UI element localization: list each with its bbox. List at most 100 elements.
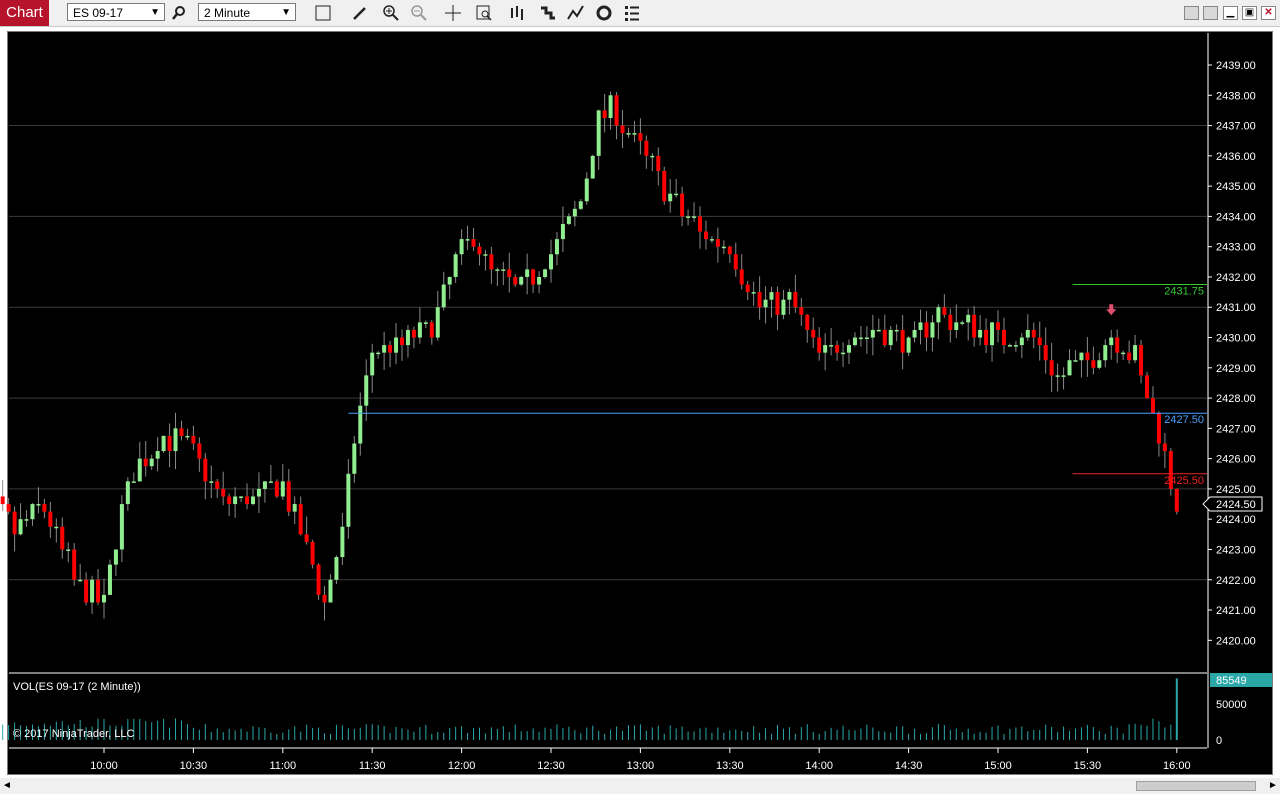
time-tick-label: 11:00	[269, 760, 296, 772]
candle-body	[960, 322, 965, 324]
candle-body	[727, 246, 732, 255]
candle-body	[930, 322, 935, 338]
candle-body	[60, 526, 65, 550]
candle-body	[334, 557, 339, 580]
candle-body	[191, 435, 196, 444]
candle-body	[143, 458, 148, 467]
candle-body	[256, 488, 261, 497]
candle-body	[370, 352, 375, 376]
candle-body	[215, 481, 220, 489]
price-tick-label: 2422.00	[1216, 575, 1256, 587]
candle-body	[477, 246, 482, 255]
candle-body	[1067, 360, 1072, 376]
candle-body	[942, 307, 947, 315]
price-tick-label: 2427.00	[1216, 423, 1256, 435]
candle-body	[745, 284, 750, 293]
candle-body	[376, 352, 381, 355]
price-tick-label: 2429.00	[1216, 363, 1256, 375]
candle-body	[30, 504, 35, 520]
price-tick-label: 2420.00	[1216, 635, 1256, 647]
price-tick-label: 2425.00	[1216, 484, 1256, 496]
candle-body	[1127, 352, 1132, 361]
candle-body	[966, 314, 971, 323]
candle-body	[1031, 329, 1036, 338]
candle-body	[858, 337, 863, 340]
candle-body	[54, 526, 59, 529]
candle-body	[751, 292, 756, 294]
price-tick-label: 2424.00	[1216, 514, 1256, 526]
candle-body	[787, 292, 792, 300]
candle-body	[1001, 329, 1006, 346]
horizontal-scrollbar[interactable]: ◄ ►	[0, 778, 1280, 794]
candle-body	[489, 254, 494, 270]
candle-body	[316, 564, 321, 595]
candle-body	[715, 239, 720, 247]
candle-body	[936, 307, 941, 323]
candle-body	[531, 269, 536, 285]
candle-body	[459, 239, 464, 255]
candle-body	[417, 322, 422, 338]
candle-body	[543, 269, 548, 277]
time-tick-label: 11:30	[359, 760, 386, 772]
time-tick-label: 10:30	[180, 760, 208, 772]
candle-body	[6, 504, 11, 512]
candle-body	[513, 276, 518, 285]
candle-body	[1115, 337, 1120, 353]
candle-body	[447, 276, 452, 285]
candle-body	[483, 254, 488, 256]
candle-body	[245, 496, 250, 505]
candle-body	[155, 451, 160, 459]
candle-body	[1085, 352, 1090, 361]
candle-body	[1133, 345, 1138, 361]
price-tick-label: 2439.00	[1216, 60, 1256, 72]
candle-body	[107, 564, 112, 595]
candle-body	[1025, 329, 1030, 338]
time-tick-label: 14:30	[895, 760, 923, 772]
price-tick-label: 2433.00	[1216, 242, 1256, 254]
candle-body	[638, 133, 643, 141]
candle-body	[841, 352, 846, 355]
candle-body	[364, 375, 369, 406]
candle-body	[852, 337, 857, 346]
candle-body	[686, 216, 691, 218]
candle-body	[340, 526, 345, 558]
candle-body	[537, 276, 542, 285]
candle-body	[590, 155, 595, 179]
candle-body	[1079, 352, 1084, 361]
candle-body	[572, 208, 577, 217]
candle-body	[465, 239, 470, 241]
candle-body	[382, 345, 387, 353]
price-tick-label: 2423.00	[1216, 544, 1256, 556]
time-tick-label: 13:30	[716, 760, 744, 772]
candle-body	[1121, 352, 1126, 355]
candle-body	[185, 435, 190, 438]
scroll-right-icon[interactable]: ►	[1266, 778, 1280, 794]
candle-body	[102, 594, 106, 603]
candle-body	[984, 329, 989, 346]
candle-body	[280, 481, 285, 497]
candle-body	[519, 276, 524, 285]
candle-body	[692, 216, 697, 218]
price-tick-label: 2431.00	[1216, 302, 1256, 314]
candle-body	[12, 511, 17, 535]
candle-body	[66, 549, 71, 551]
candle-body	[209, 481, 214, 483]
candle-body	[221, 488, 226, 497]
candle-body	[441, 284, 446, 308]
candle-body	[972, 314, 977, 338]
candle-body	[835, 345, 840, 353]
candle-body	[596, 110, 601, 156]
scroll-thumb[interactable]	[1136, 781, 1256, 791]
candle-body	[72, 549, 77, 580]
candle-body	[125, 481, 130, 505]
scroll-left-icon[interactable]: ◄	[0, 778, 14, 794]
candle-body	[584, 178, 589, 202]
candle-body	[1049, 360, 1054, 376]
price-chart[interactable]: 2439.00 2438.00 2437.00 2436.00 2435.00 2434.…	[0, 0, 1280, 800]
price-tick-label: 2437.00	[1216, 121, 1256, 133]
level-label: 2425.50	[1164, 475, 1204, 487]
time-tick-label: 12:30	[537, 760, 565, 772]
candle-body	[310, 541, 315, 565]
candle-body	[763, 299, 768, 308]
candle-body	[18, 519, 23, 535]
